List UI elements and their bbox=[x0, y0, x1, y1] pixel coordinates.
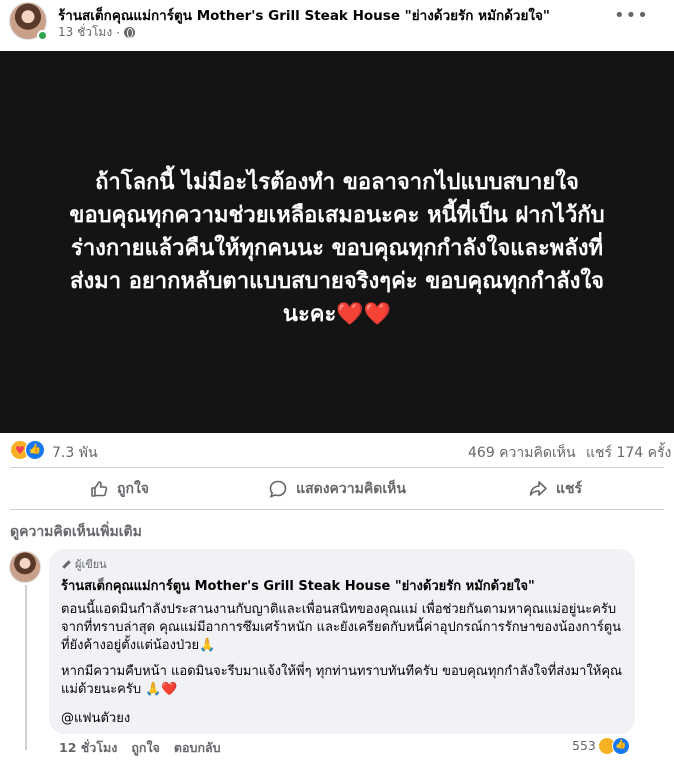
comment-bubble: ผู้เขียน ร้านสเต็กคุณแม่การ์ตูน Mother's… bbox=[49, 549, 635, 734]
image-text-line: ร่างกายแล้วคืนให้ทุกคนนะ ขอบคุณทุกกำลังใ… bbox=[71, 235, 603, 261]
like-button[interactable]: ถูกใจ bbox=[10, 471, 228, 507]
comment-button[interactable]: แสดงความคิดเห็น bbox=[228, 471, 446, 507]
meta-separator: · bbox=[116, 25, 121, 40]
globe-icon bbox=[124, 27, 136, 38]
comment-avatar[interactable] bbox=[9, 551, 41, 583]
comment-reply-button[interactable]: ตอบกลับ bbox=[174, 738, 221, 758]
post-image[interactable]: ถ้าโลกนี้ ไม่มีอะไรต้องทำ ขอลาจากไปแบบสบ… bbox=[0, 51, 674, 433]
comment-like-button[interactable]: ถูกใจ bbox=[131, 738, 160, 758]
image-text-line: ส่งมา อยากหลับตาแบบสบายจริงๆค่ะ ขอบคุณทุ… bbox=[70, 268, 604, 294]
post-meta: 13 ชั่วโมง · bbox=[58, 23, 136, 42]
online-status-icon bbox=[37, 30, 48, 41]
post-image-text: ถ้าโลกนี้ ไม่มีอะไรต้องทำ ขอลาจากไปแบบสบ… bbox=[17, 166, 657, 331]
view-more-comments-link[interactable]: ดูความคิดเห็นเพิ่มเติม bbox=[10, 521, 142, 543]
reactions-bar: 👍 7.3 พัน 469 ความคิดเห็น แชร์ 174 ครั้ง bbox=[0, 438, 674, 464]
more-options-button[interactable]: ••• bbox=[614, 6, 648, 30]
image-text-line: ถ้าโลกนี้ ไม่มีอะไรต้องทำ ขอลาจากไปแบบสบ… bbox=[95, 169, 579, 195]
image-text-line: ขอบคุณทุกความช่วยเหลือเสมอนะคะ หนี้ที่เป… bbox=[69, 202, 605, 228]
comment-mention[interactable]: @แฟนตัวยง bbox=[61, 707, 623, 728]
share-button[interactable]: แชร์ bbox=[446, 471, 664, 507]
share-label: แชร์ bbox=[555, 481, 583, 497]
comment-footer: 12 ชั่วโมง ถูกใจ ตอบกลับ bbox=[59, 738, 221, 758]
comment-label: แสดงความคิดเห็น bbox=[296, 481, 406, 497]
divider bbox=[10, 467, 664, 468]
reaction-count[interactable]: 7.3 พัน bbox=[52, 442, 98, 464]
comment-paragraph: ตอนนี้แอดมินกำลังประสานงานกับญาติและเพื่… bbox=[61, 602, 622, 653]
post-header: ร้านสเต็กคุณแม่การ์ตูน Mother's Grill St… bbox=[0, 0, 674, 48]
ellipsis-icon: ••• bbox=[614, 5, 649, 26]
divider bbox=[10, 509, 664, 510]
comment-count[interactable]: 469 ความคิดเห็น bbox=[468, 442, 576, 464]
author-badge-label: ผู้เขียน bbox=[75, 558, 107, 571]
reaction-icons[interactable]: 👍 bbox=[10, 440, 48, 460]
comment-body: ตอนนี้แอดมินกำลังประสานงานกับญาติและเพื่… bbox=[61, 601, 623, 699]
comment-author[interactable]: ร้านสเต็กคุณแม่การ์ตูน Mother's Grill St… bbox=[61, 575, 623, 596]
thumbs-up-icon bbox=[91, 481, 108, 497]
post-actions: ถูกใจ แสดงความคิดเห็น แชร์ bbox=[10, 471, 664, 507]
share-count[interactable]: แชร์ 174 ครั้ง bbox=[586, 442, 671, 464]
post-time[interactable]: 13 ชั่วโมง bbox=[58, 23, 112, 42]
comment-bubble-icon bbox=[269, 480, 287, 498]
like-reaction-icon: 👍 bbox=[612, 737, 630, 755]
share-arrow-icon bbox=[529, 481, 547, 496]
pen-icon bbox=[61, 559, 71, 569]
comment-paragraph: หากมีความคืบหน้า แอดมินจะรีบมาแจ้งให้พี่… bbox=[61, 664, 623, 697]
like-label: ถูกใจ bbox=[117, 481, 149, 497]
comment-reaction-count: 553 bbox=[572, 738, 596, 753]
author-badge: ผู้เขียน bbox=[61, 557, 623, 571]
like-reaction-icon: 👍 bbox=[25, 440, 45, 460]
image-text-line: นะคะ❤️❤️ bbox=[282, 301, 392, 327]
thread-line bbox=[25, 585, 27, 750]
comment-time[interactable]: 12 ชั่วโมง bbox=[59, 738, 117, 758]
